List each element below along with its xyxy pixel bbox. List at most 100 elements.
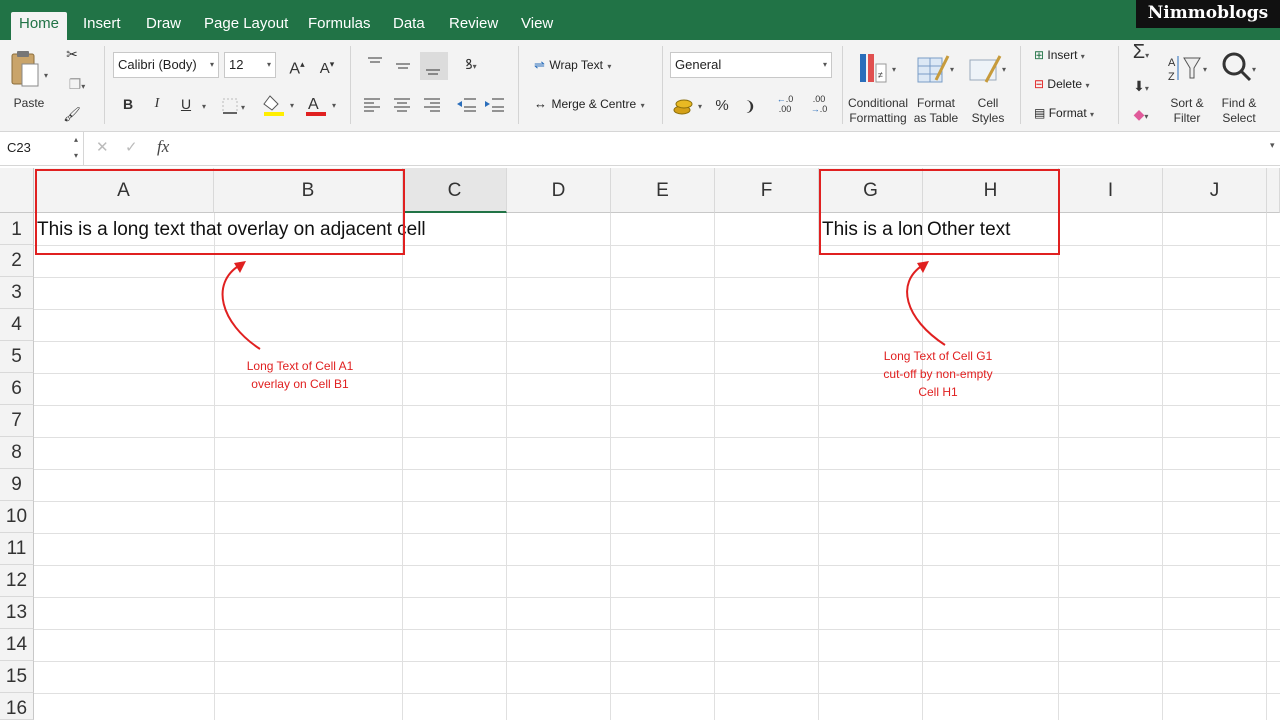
svg-text:▾: ▾: [290, 101, 294, 110]
paste-button[interactable]: ▾: [8, 48, 52, 94]
name-box[interactable]: C23 ▴ ▾: [0, 132, 84, 165]
row-header-12[interactable]: 12: [0, 565, 34, 597]
name-box-spinner-icon[interactable]: ▴ ▾: [74, 132, 78, 164]
svg-text:▾: ▾: [892, 65, 896, 74]
svg-text:Z: Z: [1168, 71, 1175, 83]
font-name-select[interactable]: Calibri (Body) ▾: [113, 52, 219, 78]
column-header-i[interactable]: I: [1059, 168, 1163, 213]
column-header-f[interactable]: F: [715, 168, 819, 213]
annotation-left: Long Text of Cell A1 overlay on Cell B1: [220, 357, 380, 393]
row-header-11[interactable]: 11: [0, 533, 34, 565]
arrow-icon: [221, 261, 261, 350]
row-header-1[interactable]: 1: [0, 213, 34, 245]
fill-color-button[interactable]: ▾: [262, 92, 298, 118]
annotation-right-line1: Long Text of Cell G1: [883, 349, 993, 363]
comma-style-button[interactable]: ❩: [740, 96, 760, 116]
row-header-14[interactable]: 14: [0, 629, 34, 661]
column-header-e[interactable]: E: [611, 168, 715, 213]
clear-icon[interactable]: ◆▾: [1126, 104, 1156, 127]
row-header-6[interactable]: 6: [0, 373, 34, 405]
row-header-15[interactable]: 15: [0, 661, 34, 693]
column-header-c[interactable]: C: [403, 168, 507, 213]
sort-filter-button[interactable]: A Z ▾: [1166, 50, 1212, 90]
tab-draw[interactable]: Draw: [146, 12, 181, 40]
underline-button[interactable]: U: [176, 94, 196, 114]
merge-centre-button[interactable]: ↔ Merge & Centre ▾: [534, 95, 658, 115]
tab-data[interactable]: Data: [393, 12, 425, 40]
decrease-font-icon[interactable]: A▾: [314, 54, 340, 79]
decrease-decimal-button[interactable]: .00 →.0: [806, 94, 832, 114]
font-size-select[interactable]: 12 ▾: [224, 52, 276, 78]
cell-styles-icon: ▾: [969, 55, 1006, 83]
insert-function-button[interactable]: fx: [157, 137, 169, 157]
enter-icon[interactable]: ✓: [125, 138, 138, 156]
formula-input[interactable]: [184, 136, 1264, 162]
column-header-d[interactable]: D: [507, 168, 611, 213]
find-select-button[interactable]: ▾: [1220, 50, 1260, 90]
format-as-table-button[interactable]: ▾: [914, 50, 958, 90]
bold-button[interactable]: B: [118, 94, 138, 114]
row-header-2[interactable]: 2: [0, 245, 34, 277]
accounting-format-button[interactable]: ▾: [672, 94, 708, 118]
horizontal-align-group: [360, 94, 508, 116]
increase-decimal-label: .00: [778, 104, 792, 114]
autosum-icon[interactable]: Σ▾: [1126, 42, 1156, 66]
italic-button[interactable]: I: [147, 94, 167, 114]
row-header-7[interactable]: 7: [0, 405, 34, 437]
row-header-5[interactable]: 5: [0, 341, 34, 373]
borders-button[interactable]: ▾: [220, 96, 248, 116]
tab-view[interactable]: View: [521, 12, 553, 40]
fill-icon[interactable]: ⬇▾: [1126, 76, 1156, 99]
row-header-3[interactable]: 3: [0, 277, 34, 309]
tab-page-layout[interactable]: Page Layout: [204, 12, 288, 40]
percent-button[interactable]: %: [712, 96, 732, 116]
wrap-text-button[interactable]: ⇌ Wrap Text ▾: [534, 56, 634, 76]
row-header-10[interactable]: 10: [0, 501, 34, 533]
row-header-4[interactable]: 4: [0, 309, 34, 341]
format-as-table-icon: ▾: [917, 55, 954, 83]
conditional-formatting-button[interactable]: ≠ ▾: [856, 50, 900, 90]
row-header-16[interactable]: 16: [0, 693, 34, 720]
tab-formulas[interactable]: Formulas: [308, 12, 371, 40]
format-painter-icon[interactable]: 🖌: [62, 104, 82, 124]
select-all-corner[interactable]: [0, 168, 34, 213]
ribbon: ▾ Paste ✂ ❐▾ 🖌 Calibri (Body) ▾ 12 ▾ A▴ A▾…: [0, 40, 1280, 132]
cell-styles-button[interactable]: ▾: [966, 50, 1010, 90]
tab-review[interactable]: Review: [449, 12, 498, 40]
increase-font-icon[interactable]: A▴: [284, 54, 310, 79]
tab-insert[interactable]: Insert: [83, 12, 121, 40]
annotation-right-line3: Cell H1: [918, 385, 958, 399]
copy-icon[interactable]: ❐▾: [62, 74, 92, 97]
cell-styles-line1: Cell: [977, 96, 999, 110]
column-header-k[interactable]: [1267, 168, 1280, 213]
cut-icon[interactable]: ✂: [62, 44, 82, 64]
conditional-formatting-label: Conditional Formatting: [846, 96, 910, 126]
tab-home[interactable]: Home: [11, 12, 68, 40]
orientation-icon[interactable]: ꝸ▾: [456, 54, 486, 77]
number-format-select[interactable]: General ▾: [670, 52, 832, 78]
format-cells-button[interactable]: ▤ Format ▾: [1034, 106, 1114, 126]
expand-formula-bar-icon[interactable]: ▾: [1270, 140, 1275, 151]
decrease-indent-icon: [457, 98, 476, 112]
insert-cells-button[interactable]: ⊞ Insert ▾: [1034, 48, 1114, 68]
font-color-button[interactable]: A ▾: [304, 92, 340, 118]
cancel-icon[interactable]: ✕: [96, 138, 109, 156]
svg-text:▾: ▾: [698, 102, 702, 111]
excel-window: Home Insert Draw Page Layout Formulas Da…: [0, 0, 1280, 720]
row-header-8[interactable]: 8: [0, 437, 34, 469]
row-header-13[interactable]: 13: [0, 597, 34, 629]
align-top-icon: [368, 57, 382, 63]
align-left-icon: [364, 98, 380, 112]
delete-cells-button[interactable]: ⊟ Delete ▾: [1034, 77, 1114, 97]
row-header-9[interactable]: 9: [0, 469, 34, 501]
sort-filter-line1: Sort &: [1170, 96, 1204, 110]
formula-bar: C23 ▴ ▾ ✕ ✓ fx ▾: [0, 132, 1280, 166]
annotation-right-line2: cut-off by non-empty: [883, 367, 993, 381]
wrap-text-label: Wrap Text: [549, 58, 603, 72]
underline-dropdown-icon[interactable]: ▾: [198, 94, 210, 117]
column-header-j[interactable]: J: [1163, 168, 1267, 213]
increase-decimal-button[interactable]: ←.0.00: [772, 94, 798, 114]
ribbon-tab-bar: Home Insert Draw Page Layout Formulas Da…: [0, 0, 1280, 40]
highlight-box-a1-b1: [35, 169, 405, 255]
svg-text:▾: ▾: [332, 101, 336, 110]
